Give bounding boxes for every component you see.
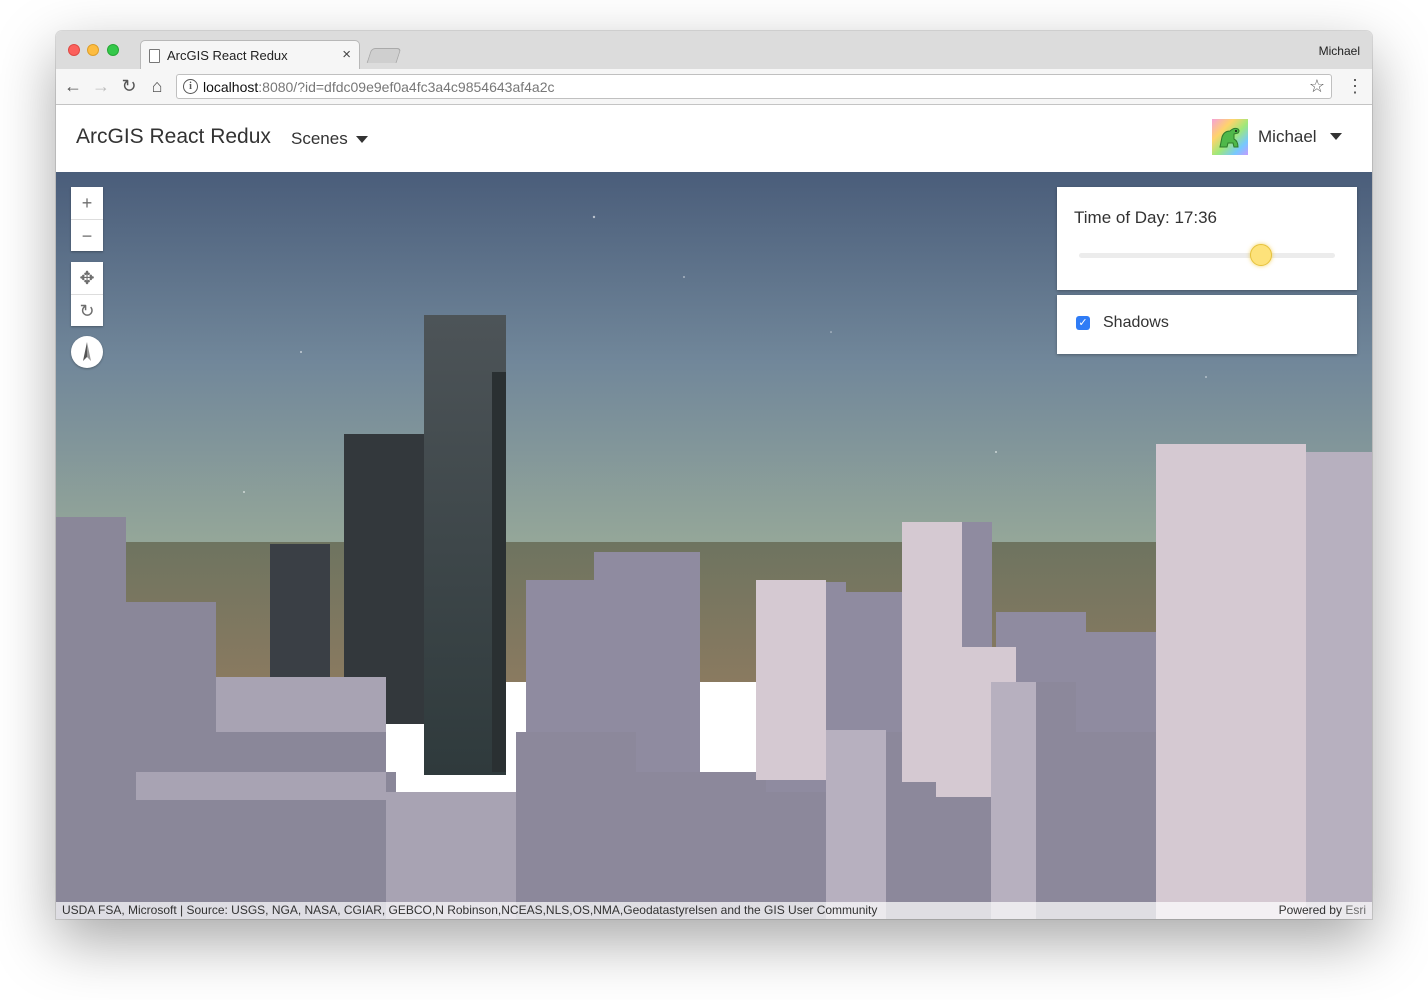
time-of-day-panel: Time of Day: 17:36 [1057,187,1357,290]
app-navbar: ArcGIS React Redux Scenes Michael [56,105,1372,173]
home-icon[interactable]: ⌂ [146,75,168,97]
url-host: localhost [203,79,259,95]
kebab-menu-icon[interactable]: ⋮ [1346,75,1364,97]
pan-icon[interactable]: ✥ [71,262,103,294]
tab-title: ArcGIS React Redux [167,48,288,63]
esri-link[interactable]: Esri [1345,903,1366,917]
time-of-day-slider[interactable] [1079,244,1335,266]
scenes-label: Scenes [291,129,348,148]
url-path: :8080/?id=dfdc09e9ef0a4fc3a4c9854643af4a… [258,79,555,95]
slider-thumb[interactable] [1249,244,1272,266]
caret-down-icon [1330,133,1342,140]
time-of-day-label: Time of Day: 17:36 [1074,208,1217,227]
reload-icon[interactable]: ↻ [118,75,140,97]
shadows-checkbox[interactable]: ✓ [1076,316,1090,330]
tower-tall-side [492,372,506,772]
rotate-icon[interactable]: ↻ [71,294,103,326]
close-tab-icon[interactable]: × [342,46,351,63]
attribution-text: USDA FSA, Microsoft | Source: USGS, NGA,… [62,903,878,917]
attribution-bar: USDA FSA, Microsoft | Source: USGS, NGA,… [56,902,1372,919]
compass-icon[interactable] [71,336,103,368]
avatar [1212,119,1248,155]
browser-tab[interactable]: ArcGIS React Redux × [140,40,360,70]
minimize-window-button[interactable] [87,44,99,56]
zoom-out-icon[interactable]: − [71,219,103,251]
compass-needle [83,342,91,361]
browser-window: ArcGIS React Redux × Michael ← → ↻ ⌂ i l… [56,31,1372,919]
tower-small [270,544,330,680]
scene-view[interactable]: + − ✥ ↻ Time of Day: 17:36 ✓ Shadows USD… [56,172,1372,919]
caret-down-icon [355,136,368,144]
powered-by: Powered by Esri [1279,902,1366,919]
dinosaur-icon [1219,127,1240,148]
info-icon[interactable]: i [183,79,198,94]
user-menu[interactable]: Michael [1212,119,1342,155]
shadows-label: Shadows [1103,314,1169,331]
page-icon [149,49,160,63]
new-tab-button[interactable] [366,48,402,63]
navigation-toggle: ✥ ↻ [71,262,103,326]
zoom-in-icon[interactable]: + [71,187,103,219]
app-brand[interactable]: ArcGIS React Redux [76,125,271,149]
address-bar[interactable]: i localhost:8080/?id=dfdc09e9ef0a4fc3a4c… [176,74,1332,99]
user-name: Michael [1258,127,1317,146]
browser-profile-name[interactable]: Michael [1319,44,1360,58]
scenes-dropdown[interactable]: Scenes [291,129,368,149]
forward-icon[interactable]: → [90,75,112,97]
zoom-controls: + − [71,187,103,251]
bookmark-star-icon[interactable]: ☆ [1309,76,1325,97]
shadows-panel: ✓ Shadows [1057,295,1357,354]
tab-strip: ArcGIS React Redux × Michael [56,31,1372,70]
maximize-window-button[interactable] [107,44,119,56]
url-text: localhost:8080/?id=dfdc09e9ef0a4fc3a4c98… [203,79,554,95]
powered-by-label: Powered by [1278,903,1342,917]
close-window-button[interactable] [68,44,80,56]
back-icon[interactable]: ← [62,75,84,97]
browser-toolbar: ← → ↻ ⌂ i localhost:8080/?id=dfdc09e9ef0… [56,69,1372,105]
